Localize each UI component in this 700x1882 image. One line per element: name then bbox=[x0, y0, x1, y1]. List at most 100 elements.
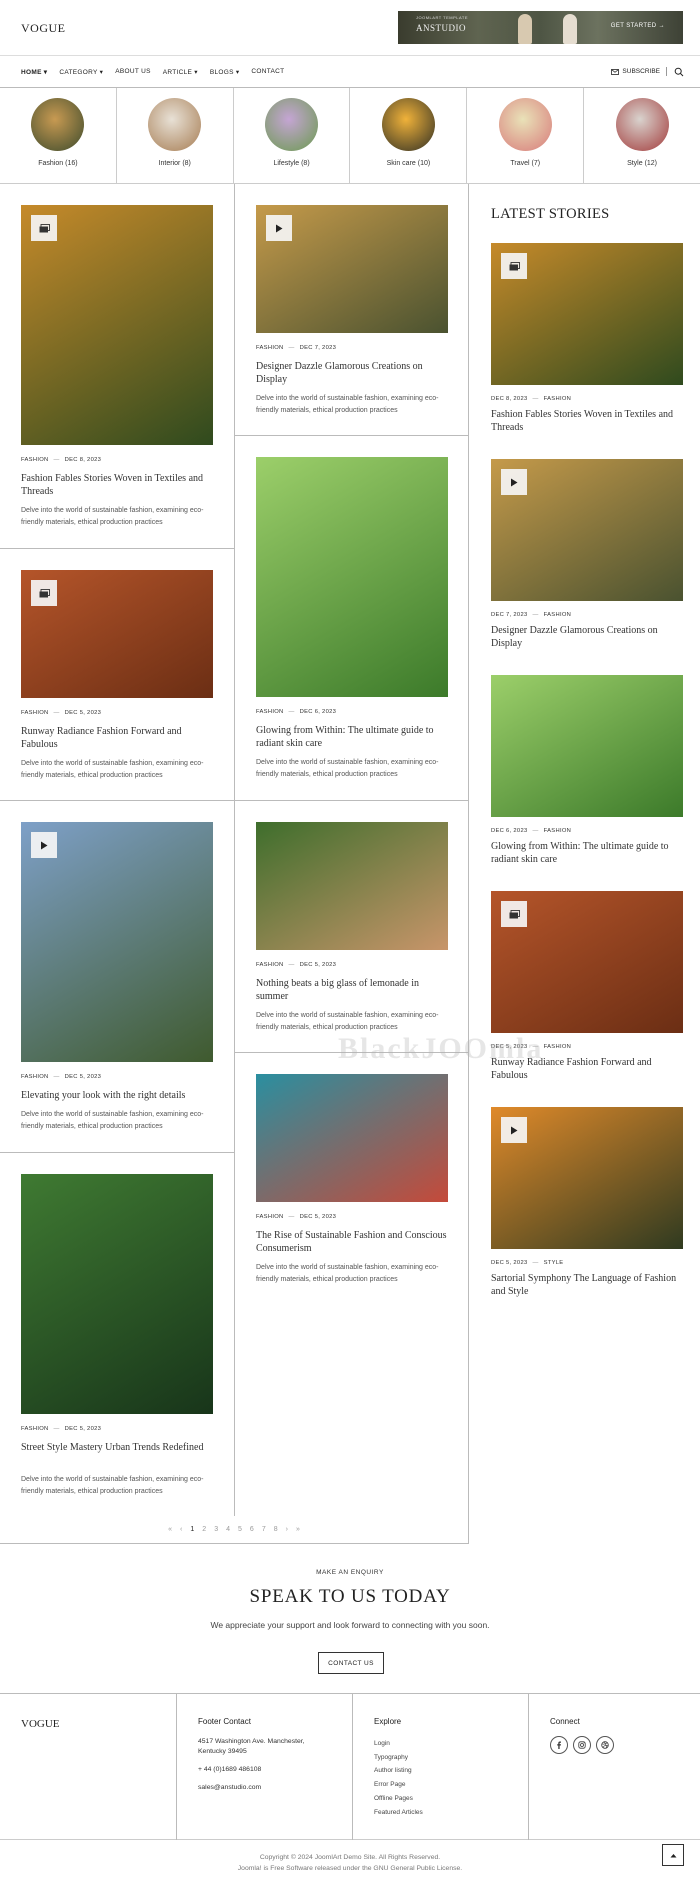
search-icon[interactable] bbox=[674, 67, 684, 77]
site-logo[interactable]: VOGUE bbox=[21, 21, 66, 36]
article-category[interactable]: FASHION bbox=[21, 710, 49, 716]
category-skin-care[interactable]: Skin care (10) bbox=[350, 88, 468, 183]
article-image[interactable] bbox=[256, 205, 448, 333]
footer-link-offline-pages[interactable]: Offline Pages bbox=[374, 1792, 423, 1806]
footer-phone[interactable]: + 44 (0)1689 486108 bbox=[198, 1765, 305, 1775]
instagram-icon[interactable] bbox=[573, 1736, 591, 1754]
story-title[interactable]: Sartorial Symphony The Language of Fashi… bbox=[491, 1272, 683, 1298]
facebook-icon[interactable] bbox=[550, 1736, 568, 1754]
banner-get-started-button[interactable]: GET STARTED → bbox=[611, 23, 665, 29]
pagination-next[interactable]: › bbox=[286, 1526, 288, 1533]
article-card[interactable]: FASHION — DEC 6, 2023 Glowing from Within:… bbox=[235, 436, 468, 801]
footer-link-author-listing[interactable]: Author listing bbox=[374, 1764, 423, 1778]
article-image[interactable] bbox=[256, 457, 448, 697]
article-category[interactable]: FASHION bbox=[21, 457, 49, 463]
nav-item-category[interactable]: CATEGORY ▾ bbox=[59, 68, 103, 76]
article-category[interactable]: FASHION bbox=[256, 962, 284, 968]
pagination-prev[interactable]: ‹ bbox=[180, 1526, 182, 1533]
category-interior[interactable]: Interior (8) bbox=[117, 88, 234, 183]
article-image[interactable] bbox=[21, 822, 213, 1062]
article-category[interactable]: FASHION bbox=[256, 709, 284, 715]
article-image[interactable] bbox=[256, 822, 448, 950]
pagination-page-4[interactable]: 4 bbox=[226, 1526, 230, 1533]
story-category[interactable]: STYLE bbox=[544, 1260, 564, 1266]
article-title[interactable]: Nothing beats a big glass of lemonade in… bbox=[256, 977, 452, 1003]
story-category[interactable]: FASHION bbox=[544, 828, 572, 834]
pagination-page-6[interactable]: 6 bbox=[250, 1526, 254, 1533]
article-category[interactable]: FASHION bbox=[21, 1074, 49, 1080]
category-lifestyle[interactable]: Lifestyle (8) bbox=[234, 88, 351, 183]
story-title[interactable]: Glowing from Within: The ultimate guide … bbox=[491, 840, 683, 866]
play-icon[interactable] bbox=[266, 215, 292, 241]
story-title[interactable]: Fashion Fables Stories Woven in Textiles… bbox=[491, 408, 683, 434]
nav-item-article[interactable]: ARTICLE ▾ bbox=[163, 68, 198, 76]
article-image[interactable] bbox=[21, 570, 213, 698]
story-image[interactable] bbox=[491, 1107, 683, 1249]
footer-link-error-page[interactable]: Error Page bbox=[374, 1778, 423, 1792]
article-category[interactable]: FASHION bbox=[256, 345, 284, 351]
footer-logo[interactable]: VOGUE bbox=[21, 1718, 60, 1730]
pagination-page-5[interactable]: 5 bbox=[238, 1526, 242, 1533]
article-title[interactable]: Runway Radiance Fashion Forward and Fabu… bbox=[21, 725, 217, 751]
article-title[interactable]: Glowing from Within: The ultimate guide … bbox=[256, 724, 452, 750]
latest-story[interactable]: DEC 8, 2023— FASHION Fashion Fables Stori… bbox=[491, 243, 683, 434]
pagination-page-1[interactable]: 1 bbox=[190, 1526, 194, 1533]
article-card[interactable]: FASHION — DEC 5, 2023 Runway Radiance Fash… bbox=[0, 549, 234, 801]
footer-link-typography[interactable]: Typography bbox=[374, 1751, 423, 1765]
footer-email[interactable]: sales@anstudio.com bbox=[198, 1783, 305, 1793]
play-icon[interactable] bbox=[501, 469, 527, 495]
nav-item-blogs[interactable]: BLOGS ▾ bbox=[210, 68, 240, 76]
footer-link-login[interactable]: Login bbox=[374, 1737, 423, 1751]
article-title[interactable]: Designer Dazzle Glamorous Creations on D… bbox=[256, 360, 452, 386]
latest-story[interactable]: DEC 6, 2023— FASHION Glowing from Within:… bbox=[491, 675, 683, 866]
article-image[interactable] bbox=[256, 1074, 448, 1202]
category-style[interactable]: Style (12) bbox=[584, 88, 700, 183]
dribbble-icon[interactable] bbox=[596, 1736, 614, 1754]
article-image[interactable] bbox=[21, 1174, 213, 1414]
article-card[interactable]: FASHION — DEC 8, 2023 Fashion Fables Stori… bbox=[0, 184, 234, 549]
story-category[interactable]: FASHION bbox=[544, 612, 572, 618]
article-title[interactable]: The Rise of Sustainable Fashion and Cons… bbox=[256, 1229, 452, 1255]
pagination-first[interactable]: « bbox=[168, 1526, 172, 1533]
article-category[interactable]: FASHION bbox=[256, 1214, 284, 1220]
article-title[interactable]: Street Style Mastery Urban Trends Redefi… bbox=[21, 1441, 217, 1454]
article-title[interactable]: Fashion Fables Stories Woven in Textiles… bbox=[21, 472, 217, 498]
latest-story[interactable]: DEC 5, 2023— STYLE Sartorial Symphony The… bbox=[491, 1107, 683, 1298]
story-image[interactable] bbox=[491, 243, 683, 385]
article-date: DEC 6, 2023 bbox=[299, 709, 337, 715]
pagination-page-7[interactable]: 7 bbox=[262, 1526, 266, 1533]
header-banner[interactable]: JOOMLART TEMPLATE ANSTUDIO GET STARTED → bbox=[398, 11, 683, 44]
article-image[interactable] bbox=[21, 205, 213, 445]
nav-item-home[interactable]: HOME ▾ bbox=[21, 68, 47, 76]
pagination-page-8[interactable]: 8 bbox=[274, 1526, 278, 1533]
contact-us-button[interactable]: CONTACT US bbox=[318, 1652, 384, 1674]
story-image[interactable] bbox=[491, 459, 683, 601]
latest-story[interactable]: DEC 7, 2023— FASHION Designer Dazzle Glam… bbox=[491, 459, 683, 650]
pagination-page-2[interactable]: 2 bbox=[202, 1526, 206, 1533]
story-image[interactable] bbox=[491, 675, 683, 817]
story-title[interactable]: Designer Dazzle Glamorous Creations on D… bbox=[491, 624, 683, 650]
article-category[interactable]: FASHION bbox=[21, 1426, 49, 1432]
article-card[interactable]: FASHION — DEC 5, 2023 Nothing beats a big … bbox=[235, 801, 468, 1053]
license-text[interactable]: Joomla! is Free Software released under … bbox=[0, 1863, 700, 1874]
pagination-last[interactable]: » bbox=[296, 1526, 300, 1533]
nav-item-about-us[interactable]: ABOUT US bbox=[115, 68, 151, 76]
play-icon[interactable] bbox=[31, 832, 57, 858]
nav-item-contact[interactable]: CONTACT bbox=[251, 68, 284, 76]
play-icon[interactable] bbox=[501, 1117, 527, 1143]
back-to-top-button[interactable] bbox=[662, 1844, 684, 1866]
article-card[interactable]: FASHION — DEC 5, 2023 Street Style Mastery… bbox=[0, 1153, 234, 1516]
article-title[interactable]: Elevating your look with the right detai… bbox=[21, 1089, 217, 1102]
article-card[interactable]: FASHION — DEC 7, 2023 Designer Dazzle Glam… bbox=[235, 184, 468, 436]
story-category[interactable]: FASHION bbox=[544, 1044, 572, 1050]
category-fashion[interactable]: Fashion (16) bbox=[0, 88, 117, 183]
subscribe-link[interactable]: SUBSCRIBE bbox=[611, 68, 660, 75]
category-travel[interactable]: Travel (7) bbox=[467, 88, 585, 183]
article-excerpt: Delve into the world of sustainable fash… bbox=[256, 1264, 439, 1283]
story-image[interactable] bbox=[491, 891, 683, 1033]
pagination-page-3[interactable]: 3 bbox=[214, 1526, 218, 1533]
story-category[interactable]: FASHION bbox=[544, 396, 572, 402]
footer-link-featured-articles[interactable]: Featured Articles bbox=[374, 1806, 423, 1820]
article-card[interactable]: FASHION — DEC 5, 2023 Elevating your look … bbox=[0, 801, 234, 1153]
article-card[interactable]: FASHION — DEC 5, 2023 The Rise of Sustaina… bbox=[235, 1053, 468, 1516]
